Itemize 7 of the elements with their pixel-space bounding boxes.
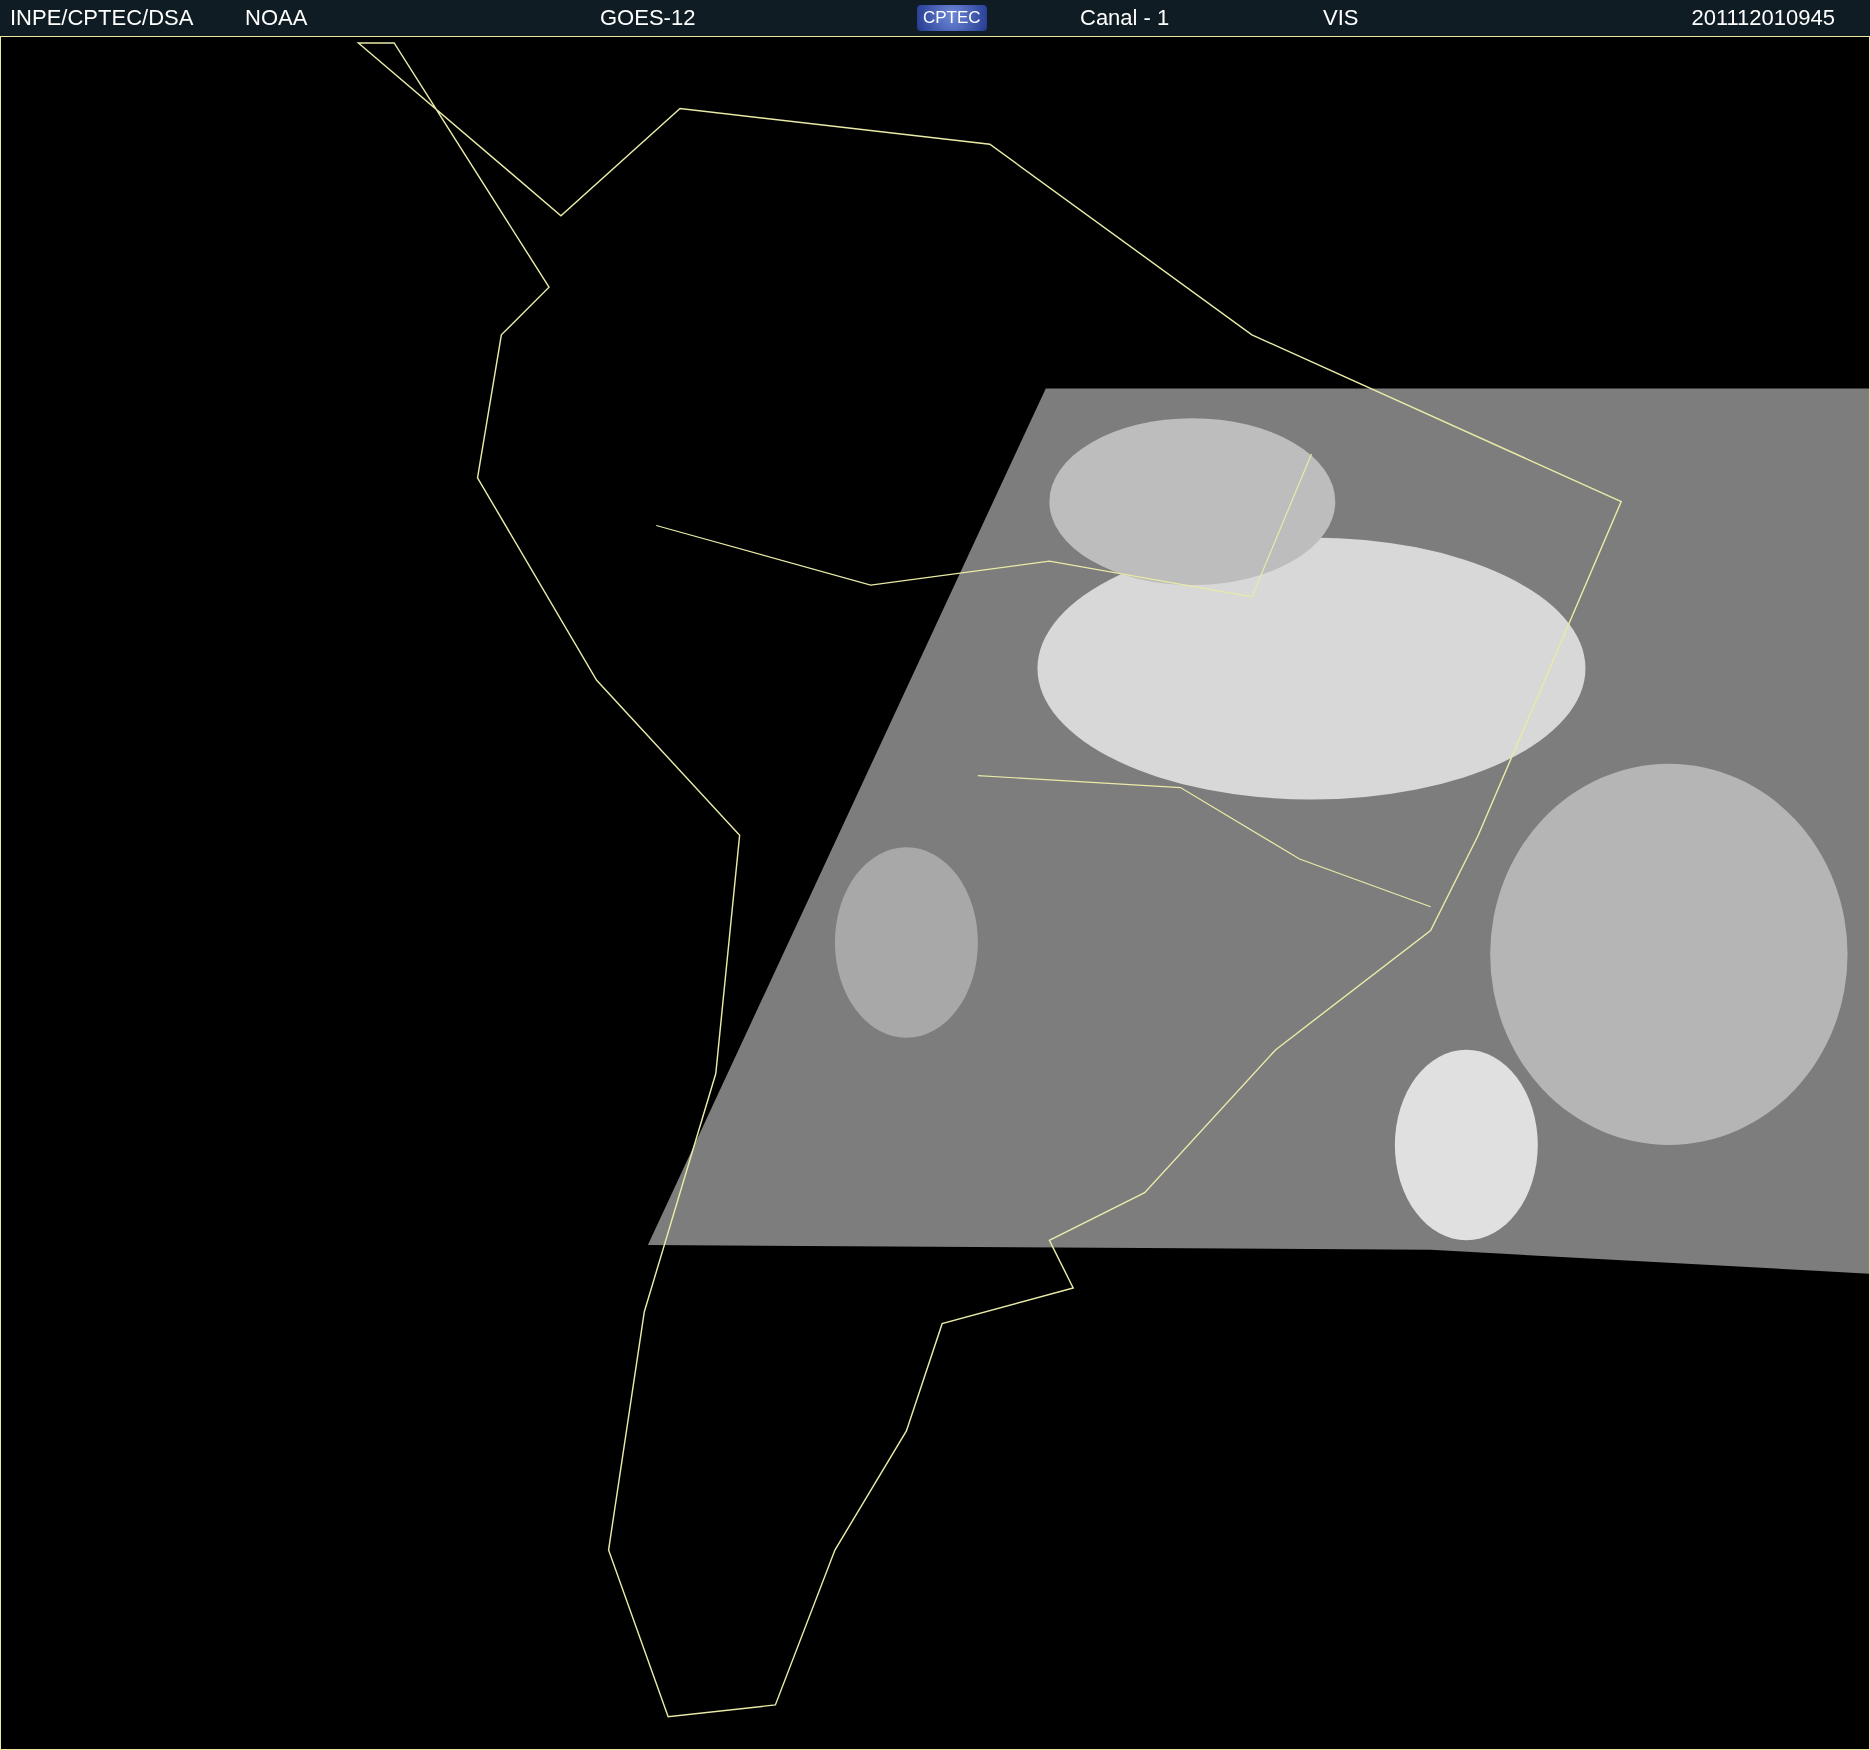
logo: CPTEC	[917, 5, 987, 31]
header-label: GOES-12	[600, 5, 696, 31]
header-label: Canal - 1	[1080, 5, 1170, 31]
header-label: INPE/CPTEC/DSA	[10, 5, 194, 31]
header-label: 201112010945	[1691, 5, 1835, 31]
header-label: VIS	[1323, 5, 1359, 31]
header-label: NOAA	[245, 5, 308, 31]
